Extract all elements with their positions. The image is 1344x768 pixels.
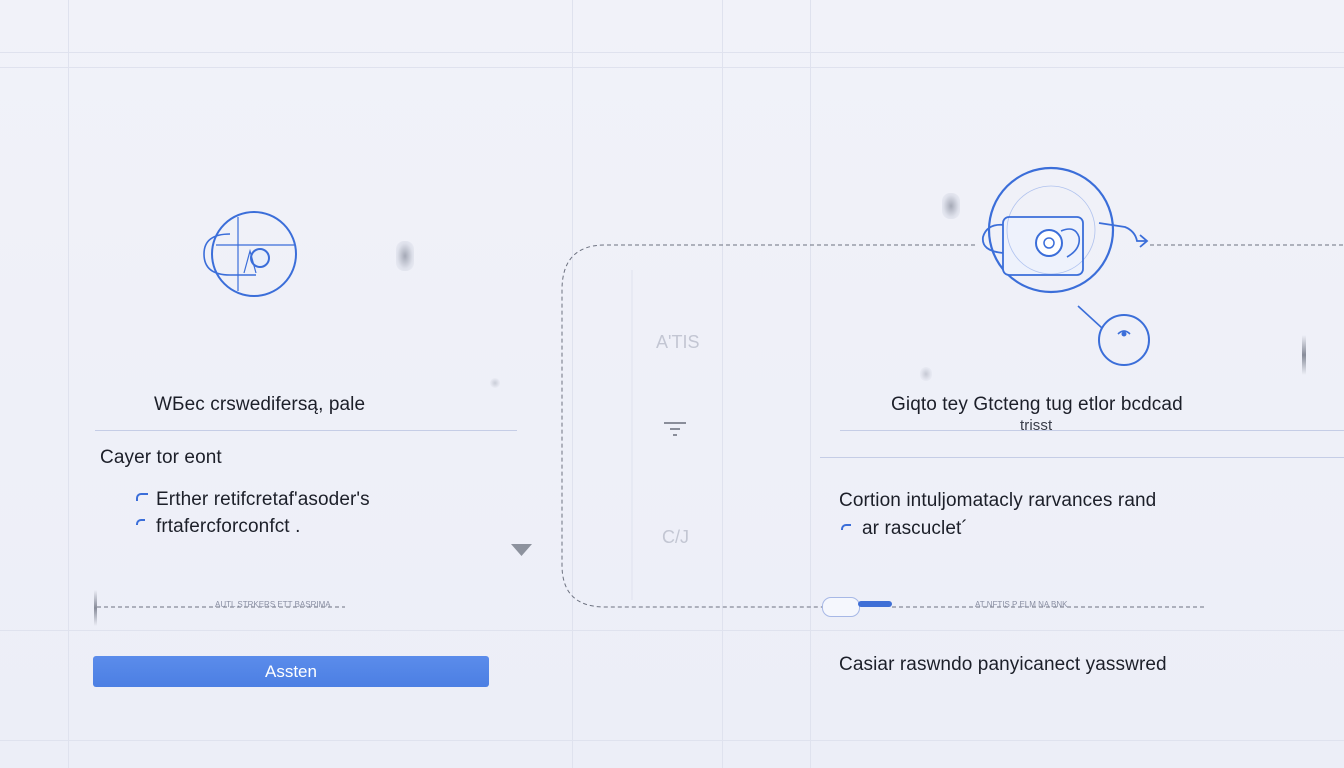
divider xyxy=(840,430,1344,431)
divider xyxy=(95,430,517,431)
circle-badge-icon[interactable] xyxy=(1074,300,1154,370)
footer-caption: AUTL STRKERS ETT BASRIMA xyxy=(215,600,331,609)
slider-handle[interactable] xyxy=(1302,335,1306,375)
footer-caption: AT NFTIS P ELM NA BNK xyxy=(975,600,1068,609)
right-panel-title: Giqto tey Gtcteng tug etlor bcdcad xyxy=(891,394,1183,415)
filter-icon[interactable] xyxy=(664,418,688,440)
middle-label-top: A'TIS xyxy=(656,332,700,352)
blur-artifact xyxy=(920,367,932,381)
bullet-icon xyxy=(136,519,145,525)
toggle-knob[interactable] xyxy=(858,601,892,607)
blur-artifact xyxy=(396,241,414,271)
right-bottom-text: Casiar raswndo panyicanect yasswred xyxy=(839,654,1167,675)
blur-artifact xyxy=(942,193,960,219)
primary-button[interactable]: Assten xyxy=(93,656,489,687)
blur-artifact xyxy=(490,378,500,388)
left-panel-title: WБec crswedifersą, pale xyxy=(154,394,366,415)
section-label: Cayer tor eont xyxy=(100,447,222,468)
list-item: frtafercforconfct . xyxy=(156,516,301,537)
right-description-line: ar rascuclet´ xyxy=(862,518,968,539)
slider-handle[interactable] xyxy=(94,590,97,626)
profile-circle-icon xyxy=(203,211,297,297)
bullet-icon xyxy=(136,493,148,501)
divider xyxy=(820,457,1344,458)
middle-label-bottom: C/J xyxy=(662,527,689,547)
connector-path xyxy=(97,244,1344,608)
right-description-line: Cortion intuljomatacly rarvances rand xyxy=(839,490,1157,511)
right-panel-subtitle: trisst xyxy=(1020,417,1053,434)
list-item: Erther retifcretaf'asoder's xyxy=(156,489,370,510)
chevron-down-icon[interactable] xyxy=(510,543,534,557)
toggle-switch[interactable] xyxy=(822,597,860,617)
bullet-icon xyxy=(841,524,851,530)
screen-canvas: WБec crswedifersą, pale Cayer tor eont E… xyxy=(0,0,1344,768)
user-avatar-illustration-icon xyxy=(981,166,1149,294)
